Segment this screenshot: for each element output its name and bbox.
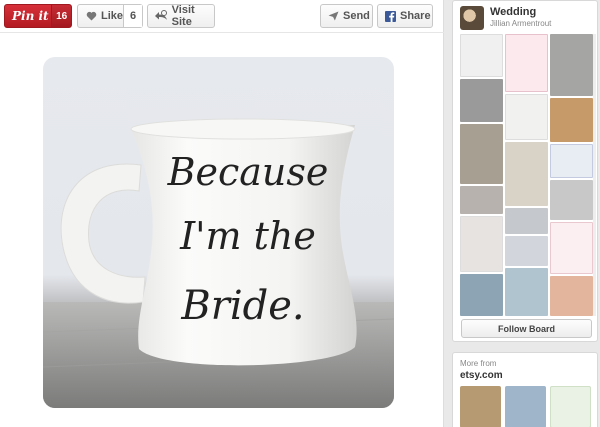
visit-site-button[interactable]: Visit Site bbox=[147, 4, 215, 28]
share-label: Share bbox=[400, 10, 431, 22]
like-button[interactable]: Like 6 bbox=[77, 4, 143, 28]
board-owner[interactable]: Jillian Armentrout bbox=[490, 19, 551, 28]
more-from-thumbnail[interactable] bbox=[460, 386, 501, 427]
like-label: Like bbox=[101, 10, 124, 22]
board-thumbnail[interactable] bbox=[505, 142, 548, 206]
board-thumbnail[interactable] bbox=[460, 274, 503, 316]
pin-count: 16 bbox=[51, 5, 71, 27]
board-thumbnail[interactable] bbox=[550, 98, 593, 142]
thumbnails-scrollbar[interactable] bbox=[593, 34, 596, 316]
avatar[interactable] bbox=[460, 6, 484, 30]
pin-it-button[interactable]: Pin it 16 bbox=[4, 4, 72, 28]
mug-text-line2: I'm the bbox=[179, 214, 316, 258]
board-card: Wedding Jillian Armentrout Follow Board bbox=[452, 0, 598, 342]
board-thumbnail[interactable] bbox=[460, 216, 503, 272]
follow-board-button[interactable]: Follow Board bbox=[461, 319, 592, 338]
send-label: Send bbox=[343, 10, 370, 22]
board-thumbnail[interactable] bbox=[460, 79, 503, 122]
board-thumbnail[interactable] bbox=[550, 222, 593, 274]
board-thumbnail[interactable] bbox=[505, 34, 548, 92]
share-button[interactable]: Share bbox=[377, 4, 433, 28]
pin-action-bar: Pin it 16 Like 6 Visit Site Send Share bbox=[0, 0, 444, 32]
send-button[interactable]: Send bbox=[320, 4, 373, 28]
board-thumbnail[interactable] bbox=[550, 180, 593, 220]
sidebar: Wedding Jillian Armentrout Follow Board … bbox=[452, 0, 600, 427]
board-thumbnail[interactable] bbox=[460, 34, 503, 77]
board-thumbnail[interactable] bbox=[505, 268, 548, 316]
like-count: 6 bbox=[123, 5, 142, 27]
mug-text-line1: Because bbox=[167, 150, 329, 194]
board-thumbnail[interactable] bbox=[505, 94, 548, 140]
pin-image[interactable]: Because I'm the Bride. bbox=[43, 57, 394, 408]
board-thumbnail[interactable] bbox=[460, 186, 503, 214]
pin-closeup-page: Pin it 16 Like 6 Visit Site Send Share B… bbox=[0, 0, 600, 427]
more-from-card: More from etsy.com bbox=[452, 352, 598, 427]
board-thumbnail[interactable] bbox=[505, 236, 548, 266]
facebook-icon bbox=[385, 10, 396, 22]
visit-site-label: Visit Site bbox=[171, 4, 195, 28]
heart-icon bbox=[86, 11, 97, 21]
mug-text-line3: Bride. bbox=[180, 283, 304, 329]
board-thumbnail[interactable] bbox=[550, 276, 593, 316]
board-thumbnail[interactable] bbox=[550, 144, 593, 178]
more-from-thumbnail[interactable] bbox=[505, 386, 546, 427]
board-name[interactable]: Wedding bbox=[490, 6, 536, 18]
more-from-thumbnail[interactable] bbox=[550, 386, 591, 427]
toolbar-divider bbox=[0, 32, 444, 33]
board-thumbnail[interactable] bbox=[460, 124, 503, 184]
board-thumbnail[interactable] bbox=[505, 208, 548, 234]
board-thumbnails bbox=[460, 34, 594, 316]
more-from-source[interactable]: etsy.com bbox=[460, 370, 503, 381]
like-main: Like bbox=[78, 5, 123, 27]
paper-plane-icon bbox=[328, 11, 339, 21]
board-thumbnail[interactable] bbox=[550, 34, 593, 96]
pin-it-label: Pin it bbox=[12, 9, 49, 23]
more-from-label: More from bbox=[460, 359, 497, 368]
pin-panel: Pin it 16 Like 6 Visit Site Send Share B… bbox=[0, 0, 444, 427]
globe-icon bbox=[154, 10, 168, 22]
